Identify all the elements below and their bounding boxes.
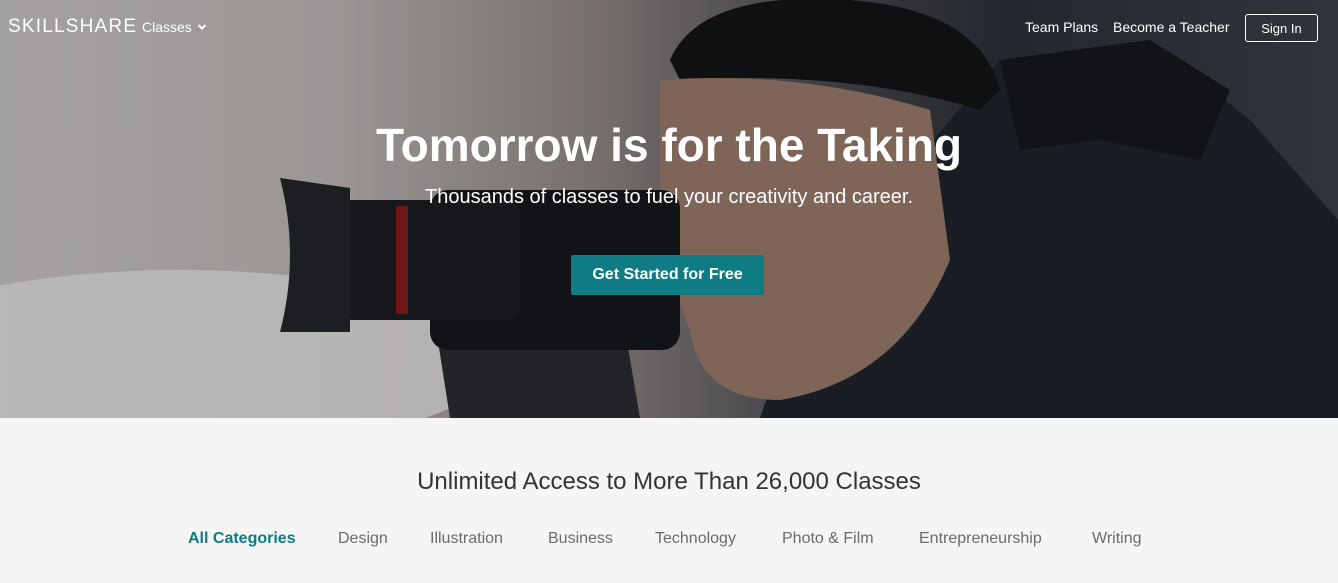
hero-subtitle: Thousands of classes to fuel your creati… [424, 186, 914, 208]
classes-dropdown[interactable]: Classes [142, 19, 207, 35]
hero-overlay [0, 0, 1338, 418]
become-teacher-link[interactable]: Become a Teacher [1113, 19, 1229, 35]
catalog-section: Unlimited Access to More Than 26,000 Cla… [0, 418, 1338, 583]
category-tab-design[interactable]: Design [338, 530, 388, 548]
hero-banner [0, 0, 1338, 418]
get-started-button[interactable]: Get Started for Free [571, 255, 764, 295]
classes-label: Classes [142, 19, 192, 35]
category-tab-business[interactable]: Business [548, 530, 613, 548]
catalog-title: Unlimited Access to More Than 26,000 Cla… [417, 468, 921, 495]
skillshare-logo[interactable]: SKILLSHARE [8, 16, 137, 38]
category-tab-photo-film[interactable]: Photo & Film [782, 530, 874, 548]
sign-in-button[interactable]: Sign In [1245, 14, 1318, 42]
hero-title: Tomorrow is for the Taking [375, 119, 963, 171]
chevron-down-icon [197, 24, 207, 30]
category-tab-technology[interactable]: Technology [655, 530, 736, 548]
top-navigation: SKILLSHARE Classes Team Plans Become a T… [0, 0, 1338, 56]
category-tab-all[interactable]: All Categories [188, 530, 296, 548]
category-tab-entrepreneurship[interactable]: Entrepreneurship [919, 530, 1042, 548]
category-tab-illustration[interactable]: Illustration [430, 530, 503, 548]
team-plans-link[interactable]: Team Plans [1025, 19, 1098, 35]
category-tab-writing[interactable]: Writing [1092, 530, 1142, 548]
